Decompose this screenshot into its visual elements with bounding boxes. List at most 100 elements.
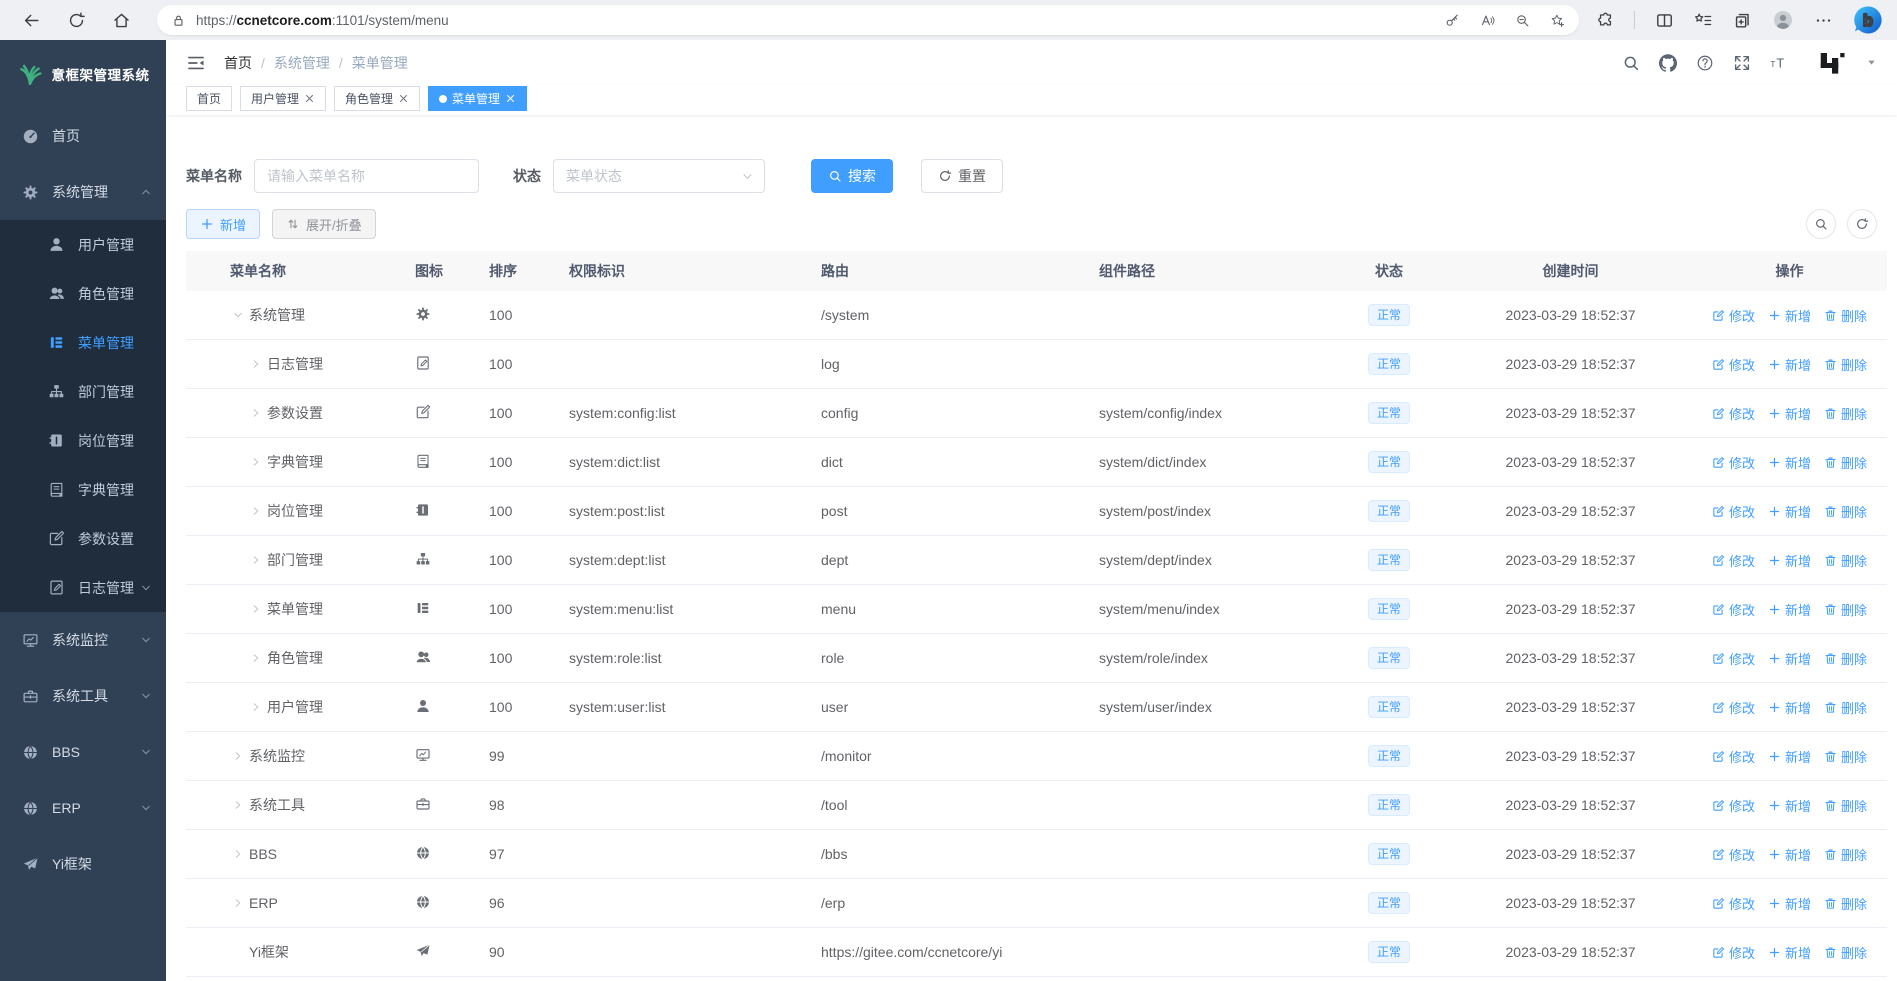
extensions-icon[interactable] — [1595, 11, 1614, 30]
reset-button[interactable]: 重置 — [921, 159, 1003, 193]
zoom-out-icon[interactable] — [1515, 13, 1530, 28]
delete-action[interactable]: 删除 — [1824, 306, 1867, 325]
edit-action[interactable]: 修改 — [1712, 404, 1755, 423]
sidebar-item-config[interactable]: 参数设置 — [0, 514, 166, 563]
expand-row-icon[interactable] — [250, 456, 262, 468]
show-search-button[interactable] — [1806, 209, 1836, 239]
sidebar-item-users[interactable]: 用户管理 — [0, 220, 166, 269]
edit-action[interactable]: 修改 — [1712, 355, 1755, 374]
add-action[interactable]: 新增 — [1768, 943, 1811, 962]
expand-row-icon[interactable] — [232, 750, 244, 762]
menu-name-input[interactable] — [254, 159, 479, 193]
add-action[interactable]: 新增 — [1768, 404, 1811, 423]
delete-action[interactable]: 删除 — [1824, 453, 1867, 472]
add-action[interactable]: 新增 — [1768, 747, 1811, 766]
expand-row-icon[interactable] — [232, 848, 244, 860]
delete-action[interactable]: 删除 — [1824, 502, 1867, 521]
fullscreen-icon[interactable] — [1733, 54, 1751, 72]
search-button[interactable]: 搜索 — [811, 159, 893, 193]
font-size-icon[interactable]: TT — [1770, 54, 1788, 72]
status-select[interactable]: 菜单状态 — [553, 159, 765, 193]
collapse-row-icon[interactable] — [232, 309, 244, 321]
edit-action[interactable]: 修改 — [1712, 796, 1755, 815]
edit-action[interactable]: 修改 — [1712, 306, 1755, 325]
add-action[interactable]: 新增 — [1768, 698, 1811, 717]
url-text[interactable]: https://ccnetcore.com:1101/system/menu — [196, 13, 449, 28]
expand-row-icon[interactable] — [250, 358, 262, 370]
edit-action[interactable]: 修改 — [1712, 698, 1755, 717]
delete-action[interactable]: 删除 — [1824, 649, 1867, 668]
expand-row-icon[interactable] — [250, 652, 262, 664]
expand-row-icon[interactable] — [232, 799, 244, 811]
add-action[interactable]: 新增 — [1768, 845, 1811, 864]
delete-action[interactable]: 删除 — [1824, 845, 1867, 864]
edit-action[interactable]: 修改 — [1712, 943, 1755, 962]
caret-down-icon[interactable] — [1866, 57, 1877, 68]
expand-row-icon[interactable] — [250, 554, 262, 566]
add-action[interactable]: 新增 — [1768, 600, 1811, 619]
add-action[interactable]: 新增 — [1768, 551, 1811, 570]
tab-home[interactable]: 首页 — [186, 86, 233, 111]
edit-action[interactable]: 修改 — [1712, 649, 1755, 668]
app-logo[interactable]: 意框架管理系统 — [0, 40, 166, 108]
address-bar[interactable]: https://ccnetcore.com:1101/system/menu — [157, 5, 1579, 35]
delete-action[interactable]: 删除 — [1824, 698, 1867, 717]
edit-action[interactable]: 修改 — [1712, 551, 1755, 570]
github-icon[interactable] — [1659, 53, 1677, 72]
expand-row-icon[interactable] — [250, 407, 262, 419]
expand-row-icon[interactable] — [250, 505, 262, 517]
user-logo-avatar[interactable] — [1817, 48, 1847, 78]
sidebar-item-tools[interactable]: 系统工具 — [0, 668, 166, 724]
tab-menu-mgmt[interactable]: 菜单管理 — [428, 86, 528, 111]
delete-action[interactable]: 删除 — [1824, 600, 1867, 619]
add-button[interactable]: 新增 — [186, 209, 261, 239]
collapse-sidebar-icon[interactable] — [186, 53, 206, 73]
close-icon[interactable] — [398, 93, 409, 104]
delete-action[interactable]: 删除 — [1824, 404, 1867, 423]
expand-row-icon[interactable] — [250, 701, 262, 713]
breadcrumb-home[interactable]: 首页 — [224, 53, 252, 73]
add-action[interactable]: 新增 — [1768, 502, 1811, 521]
delete-action[interactable]: 删除 — [1824, 943, 1867, 962]
lock-icon[interactable] — [171, 13, 186, 28]
delete-action[interactable]: 删除 — [1824, 355, 1867, 374]
close-icon[interactable] — [505, 93, 516, 104]
expand-row-icon[interactable] — [250, 603, 262, 615]
sidebar-item-yi-framework[interactable]: Yi框架 — [0, 836, 166, 892]
sidebar-item-monitor[interactable]: 系统监控 — [0, 612, 166, 668]
sidebar-item-dicts[interactable]: 字典管理 — [0, 465, 166, 514]
bing-chat-icon[interactable]: b — [1853, 5, 1883, 35]
breadcrumb-system[interactable]: 系统管理 — [274, 53, 330, 73]
close-icon[interactable] — [304, 93, 315, 104]
read-aloud-icon[interactable] — [1480, 13, 1495, 28]
sidebar-item-departments[interactable]: 部门管理 — [0, 367, 166, 416]
favorites-icon[interactable] — [1694, 11, 1713, 30]
search-icon[interactable] — [1622, 54, 1640, 72]
edit-action[interactable]: 修改 — [1712, 747, 1755, 766]
add-action[interactable]: 新增 — [1768, 355, 1811, 374]
profile-avatar[interactable] — [1772, 9, 1794, 31]
sidebar-item-erp[interactable]: ERP — [0, 780, 166, 836]
sidebar-item-home[interactable]: 首页 — [0, 108, 166, 164]
more-menu-icon[interactable] — [1814, 11, 1833, 30]
reload-icon[interactable] — [67, 11, 86, 30]
delete-action[interactable]: 删除 — [1824, 551, 1867, 570]
delete-action[interactable]: 删除 — [1824, 894, 1867, 913]
help-icon[interactable] — [1696, 54, 1714, 72]
sidebar-item-system[interactable]: 系统管理 — [0, 164, 166, 220]
back-icon[interactable] — [22, 11, 41, 30]
edit-action[interactable]: 修改 — [1712, 600, 1755, 619]
edit-action[interactable]: 修改 — [1712, 453, 1755, 472]
add-action[interactable]: 新增 — [1768, 894, 1811, 913]
refresh-table-button[interactable] — [1847, 209, 1877, 239]
edit-action[interactable]: 修改 — [1712, 894, 1755, 913]
add-action[interactable]: 新增 — [1768, 453, 1811, 472]
sidebar-item-menus[interactable]: 菜单管理 — [0, 318, 166, 367]
add-action[interactable]: 新增 — [1768, 306, 1811, 325]
tab-role-mgmt[interactable]: 角色管理 — [334, 86, 421, 111]
sidebar-item-roles[interactable]: 角色管理 — [0, 269, 166, 318]
add-action[interactable]: 新增 — [1768, 649, 1811, 668]
expand-row-icon[interactable] — [232, 897, 244, 909]
collections-icon[interactable] — [1733, 11, 1752, 30]
password-key-icon[interactable] — [1445, 13, 1460, 28]
